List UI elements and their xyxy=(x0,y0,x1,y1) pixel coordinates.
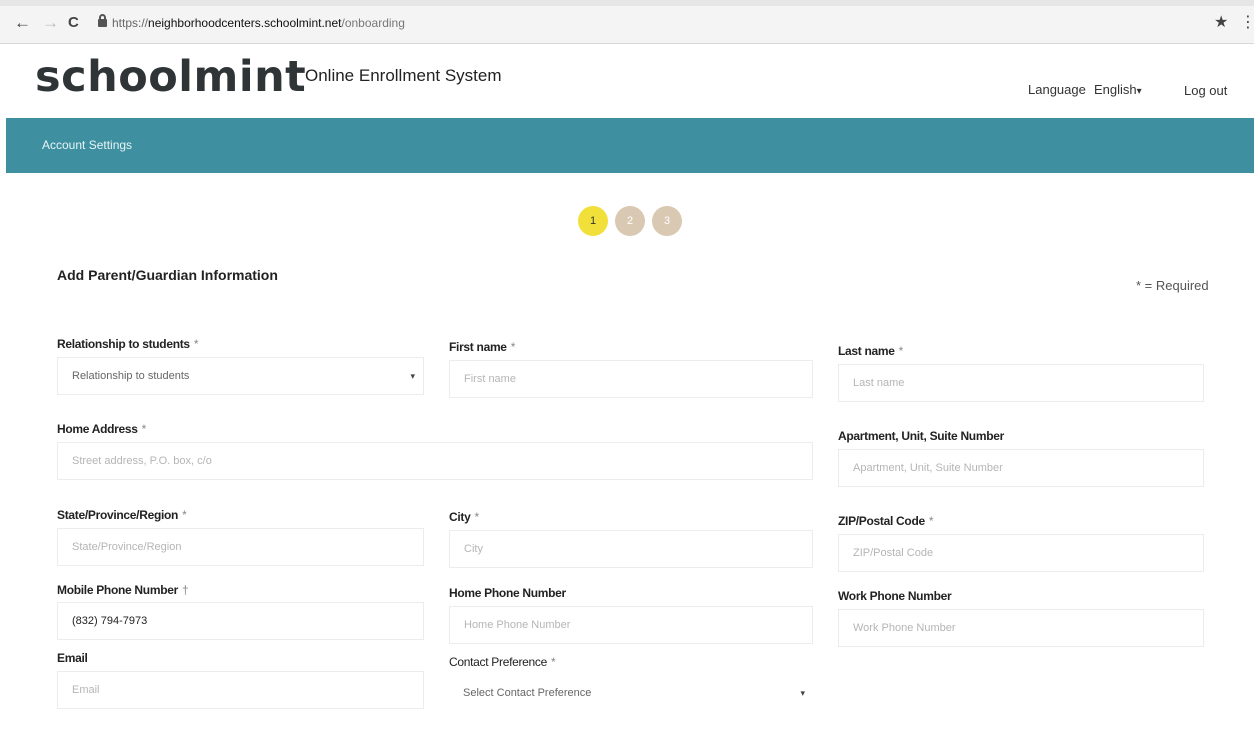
home-address-input[interactable]: Street address, P.O. box, c/o xyxy=(57,442,813,480)
bookmark-star-icon[interactable]: ★ xyxy=(1214,12,1228,32)
url-scheme: https:// xyxy=(112,16,149,30)
required-marker: * xyxy=(182,508,187,522)
required-marker: * xyxy=(141,422,147,436)
work-phone-input[interactable]: Work Phone Number xyxy=(838,609,1204,647)
home-phone-label: Home Phone Number xyxy=(449,586,566,600)
zip-label: ZIP/Postal Code * xyxy=(838,514,934,528)
state-label: State/Province/Region * xyxy=(57,508,187,522)
relationship-label: Relationship to students * xyxy=(57,337,199,351)
state-label-text: State/Province/Region xyxy=(57,508,179,522)
browser-toolbar: ← → C https://neighborhoodcenters.school… xyxy=(0,0,1254,44)
language-value: English xyxy=(1094,82,1137,97)
browser-menu-icon[interactable]: ⋮ xyxy=(1240,12,1254,32)
forward-icon[interactable]: → xyxy=(42,14,59,32)
chevron-down-icon: ▾ xyxy=(1136,86,1142,97)
logout-link[interactable]: Log out xyxy=(1184,83,1227,98)
required-marker: * xyxy=(510,340,516,354)
required-note: * = Required xyxy=(1136,278,1209,293)
browser-tab-strip xyxy=(0,0,1254,6)
system-title: Online Enrollment System xyxy=(305,66,502,85)
city-label: City * xyxy=(449,510,479,524)
contact-preference-label-text: Contact Preference xyxy=(449,655,547,669)
contact-preference-select[interactable]: Select Contact Preference ▾ xyxy=(449,675,813,713)
city-label-text: City xyxy=(449,510,471,524)
last-name-label: Last name * xyxy=(838,344,903,358)
chevron-down-icon: ▾ xyxy=(800,688,805,698)
relationship-label-text: Relationship to students xyxy=(57,337,190,351)
language-dropdown[interactable]: English▾ xyxy=(1094,82,1142,97)
url-host: neighborhoodcenters.schoolmint.net xyxy=(148,16,342,30)
home-phone-input[interactable]: Home Phone Number xyxy=(449,606,813,644)
email-input[interactable]: Email xyxy=(57,671,424,709)
address-bar[interactable]: https://neighborhoodcenters.schoolmint.n… xyxy=(112,16,405,30)
required-marker: * xyxy=(928,514,934,528)
state-input[interactable]: State/Province/Region xyxy=(57,528,424,566)
required-marker: * xyxy=(551,655,556,669)
work-phone-label: Work Phone Number xyxy=(838,589,952,603)
apartment-label: Apartment, Unit, Suite Number xyxy=(838,429,1004,443)
mobile-phone-label: Mobile Phone Number † xyxy=(57,583,189,597)
section-title: Add Parent/Guardian Information xyxy=(57,267,278,283)
email-label: Email xyxy=(57,651,88,665)
reload-icon[interactable]: C xyxy=(68,14,79,32)
banner-title: Account Settings xyxy=(42,138,133,152)
schoolmint-logo[interactable]: schoolmint xyxy=(35,52,306,102)
mobile-phone-label-text: Mobile Phone Number xyxy=(57,583,178,597)
required-marker: * xyxy=(474,510,479,524)
url-path: /onboarding xyxy=(341,16,405,30)
first-name-label-text: First name xyxy=(449,340,507,354)
home-address-label-text: Home Address xyxy=(57,422,138,436)
first-name-label: First name * xyxy=(449,340,515,354)
contact-preference-selected-value: Select Contact Preference xyxy=(463,687,592,699)
relationship-select[interactable]: Relationship to students ▾ xyxy=(57,357,424,395)
step-3-indicator: 3 xyxy=(652,206,682,236)
city-input[interactable]: City xyxy=(449,530,813,568)
back-icon[interactable]: ← xyxy=(14,14,31,32)
chevron-down-icon: ▾ xyxy=(410,371,415,381)
required-marker: † xyxy=(181,583,189,597)
step-1-indicator: 1 xyxy=(578,206,608,236)
page-banner: Account Settings xyxy=(6,118,1254,173)
lock-icon xyxy=(98,14,107,27)
contact-preference-label: Contact Preference * xyxy=(449,655,556,669)
required-marker: * xyxy=(193,337,199,351)
mobile-phone-input[interactable]: (832) 794-7973 xyxy=(57,602,424,640)
first-name-input[interactable]: First name xyxy=(449,360,813,398)
apartment-input[interactable]: Apartment, Unit, Suite Number xyxy=(838,449,1204,487)
required-marker: * xyxy=(898,344,904,358)
step-2-indicator: 2 xyxy=(615,206,645,236)
zip-label-text: ZIP/Postal Code xyxy=(838,514,925,528)
last-name-input[interactable]: Last name xyxy=(838,364,1204,402)
last-name-label-text: Last name xyxy=(838,344,895,358)
relationship-selected-value: Relationship to students xyxy=(72,370,190,382)
zip-input[interactable]: ZIP/Postal Code xyxy=(838,534,1204,572)
home-address-label: Home Address * xyxy=(57,422,146,436)
language-label: Language xyxy=(1028,82,1086,97)
